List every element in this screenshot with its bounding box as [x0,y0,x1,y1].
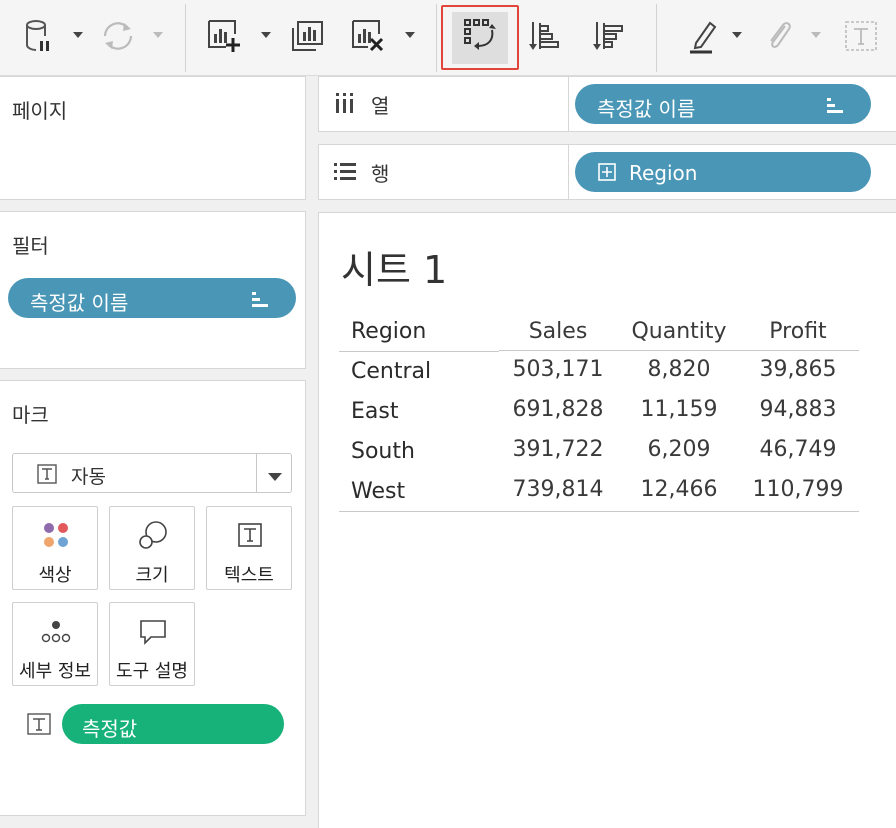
columns-icon [333,91,357,115]
mark-tooltip-button[interactable]: 도구 설명 [109,602,195,686]
columns-shelf-label: 열 [319,77,569,131]
size-circles-icon [137,519,169,551]
row-label-west[interactable]: West [351,479,405,504]
sort-descending-icon[interactable] [588,14,632,58]
marks-panel: 마크 [0,380,306,816]
cell-central-profit[interactable]: 39,865 [733,357,863,382]
rows-shelf-title: 행 [371,162,390,186]
toolbar-separator [185,4,186,72]
rows-shelf: 행 Region [318,144,896,200]
rows-pill-region[interactable]: Region [575,152,871,192]
columns-pill-measure-names[interactable]: 측정값 이름 [575,84,871,124]
chevron-down-icon[interactable] [267,468,283,481]
filter-pill-measure-names[interactable]: 측정값 이름 [8,278,296,318]
mark-type-value: 자동 [71,466,106,488]
columns-shelf: 열 측정값 이름 [318,76,896,132]
mark-color-label: 색상 [38,565,72,586]
mark-tooltip-label: 도구 설명 [116,661,188,682]
expand-plus-icon[interactable] [597,162,617,182]
header-divider [499,350,859,351]
worksheet-view: 시트 1 Region Sales Quantity Profit Centra… [318,212,896,828]
sheet-title: 시트 1 [341,248,448,292]
column-header-profit[interactable]: Profit [733,319,863,344]
mark-type-selector[interactable]: 자동 [12,453,292,493]
sort-ascending-icon[interactable] [524,14,568,58]
detail-dots-icon [40,615,72,647]
cell-east-sales[interactable]: 691,828 [493,397,623,422]
pages-panel: 페이지 [0,76,306,200]
cell-central-sales[interactable]: 503,171 [493,357,623,382]
chevron-down-icon[interactable] [404,30,416,40]
cell-south-profit[interactable]: 46,749 [733,437,863,462]
mark-text-button[interactable]: 텍스트 [206,506,292,590]
clear-sheet-icon[interactable] [346,14,390,58]
mark-size-label: 크기 [135,565,169,586]
chevron-down-icon[interactable] [810,30,822,40]
cell-west-quantity[interactable]: 12,466 [614,477,744,502]
columns-pill-label: 측정값 이름 [597,97,696,121]
rows-icon [333,159,357,183]
chevron-down-icon[interactable] [731,30,743,40]
paperclip-icon[interactable] [758,14,802,58]
tooltip-bubble-icon [137,615,169,647]
mark-text-label: 텍스트 [224,565,274,586]
mark-size-button[interactable]: 크기 [109,506,195,590]
cell-south-quantity[interactable]: 6,209 [614,437,744,462]
rows-shelf-label: 행 [319,145,569,199]
marks-field-pill-label: 측정값 [82,717,138,741]
mark-color-button[interactable]: 색상 [12,506,98,590]
text-t-icon [37,464,57,484]
column-header-quantity[interactable]: Quantity [614,319,744,344]
toolbar-separator [436,4,437,72]
text-t-icon [234,519,266,551]
cell-south-sales[interactable]: 391,722 [493,437,623,462]
new-worksheet-icon[interactable] [202,14,246,58]
sort-ascending-icon [825,96,845,114]
mark-detail-label: 세부 정보 [19,661,91,682]
chevron-down-icon[interactable] [72,30,84,40]
toolbar-separator [656,4,657,72]
toolbar [0,0,896,76]
row-label-east[interactable]: East [351,399,398,424]
rows-pill-label: Region [629,161,698,185]
dropdown-separator [256,454,257,492]
duplicate-sheet-icon[interactable] [286,14,330,58]
header-divider [339,351,499,352]
refresh-icon[interactable] [96,14,140,58]
sort-ascending-icon [250,290,270,308]
highlighter-icon[interactable] [682,14,726,58]
cell-east-quantity[interactable]: 11,159 [614,397,744,422]
pages-title: 페이지 [12,99,68,123]
color-dots-icon [40,519,72,551]
table-bottom-border [339,511,859,512]
text-t-icon[interactable] [26,712,52,736]
text-box-icon[interactable] [840,14,884,58]
mark-detail-button[interactable]: 세부 정보 [12,602,98,686]
filters-panel: 필터 측정값 이름 [0,211,306,369]
filters-title: 필터 [12,234,49,258]
row-header-region[interactable]: Region [351,319,426,344]
row-label-south[interactable]: South [351,439,415,464]
marks-title: 마크 [12,403,49,427]
columns-shelf-title: 열 [371,94,390,118]
column-header-sales[interactable]: Sales [493,319,623,344]
row-label-central[interactable]: Central [351,359,431,384]
cell-west-profit[interactable]: 110,799 [733,477,863,502]
chevron-down-icon[interactable] [152,30,164,40]
marks-field-pill-measure-values[interactable]: 측정값 [62,704,284,744]
cell-east-profit[interactable]: 94,883 [733,397,863,422]
cell-west-sales[interactable]: 739,814 [493,477,623,502]
filter-pill-label: 측정값 이름 [30,291,129,315]
cell-central-quantity[interactable]: 8,820 [614,357,744,382]
swap-icon[interactable] [458,14,502,58]
chevron-down-icon[interactable] [260,30,272,40]
database-pause-icon[interactable] [16,14,60,58]
